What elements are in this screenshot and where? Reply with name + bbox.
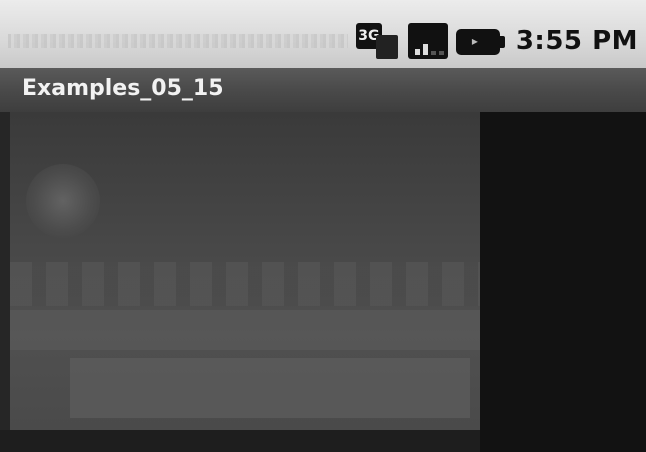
content-bottom-strip (0, 430, 480, 452)
image-logo-shape (26, 164, 100, 238)
status-icons: 3G ▸ 3:55 PM (355, 22, 638, 60)
data-activity-icon (375, 35, 398, 59)
image-band (10, 310, 480, 350)
image-view[interactable] (10, 112, 480, 430)
charging-icon: ▸ (471, 34, 478, 48)
main-content (0, 112, 646, 452)
image-band (10, 262, 480, 306)
app-title: Examples_05_15 (22, 76, 224, 101)
status-bar: 3G ▸ 3:55 PM (0, 0, 646, 68)
signal-strength-icon (407, 23, 448, 59)
device-screen: 3G ▸ 3:55 PM Examples_05_15 (0, 0, 646, 452)
title-bar: Examples_05_15 (0, 68, 646, 112)
network-3g-icon: 3G (355, 23, 400, 59)
image-band (70, 358, 470, 418)
status-clock: 3:55 PM (515, 26, 638, 56)
battery-icon: ▸ (455, 29, 505, 55)
dark-side-panel (480, 112, 646, 452)
status-notification-area (8, 34, 348, 48)
